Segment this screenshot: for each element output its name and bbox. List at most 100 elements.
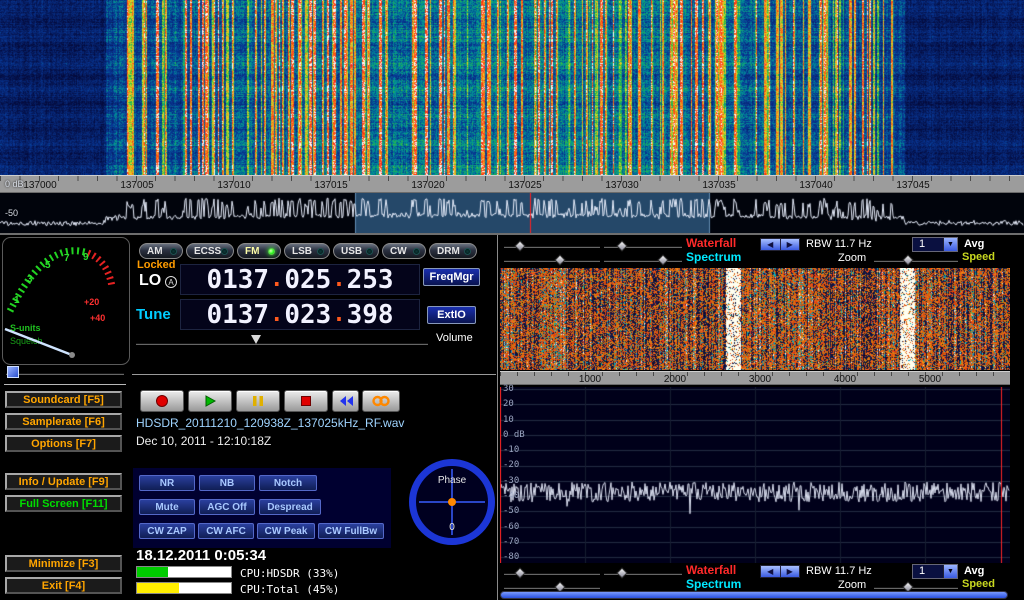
mode-button-ecss[interactable]: ECSS <box>186 243 234 259</box>
chevron-down-icon[interactable]: ▼ <box>943 565 957 578</box>
spectrum-range-slider[interactable] <box>604 255 682 265</box>
chevron-down-icon[interactable]: ▼ <box>943 238 957 251</box>
slider-thumb[interactable] <box>902 254 913 265</box>
agc-off-button[interactable]: AGC Off <box>199 499 255 515</box>
spectrum-ref-slider[interactable] <box>504 255 600 265</box>
cw-peak-button[interactable]: CW Peak <box>257 523 315 539</box>
rf-axis-label: 10 <box>503 415 514 425</box>
lo-lock-badge[interactable]: A <box>165 276 177 288</box>
s-meter-tick: 1 <box>14 295 20 306</box>
options-button[interactable]: Options [F7] <box>5 435 122 452</box>
main-waterfall[interactable] <box>0 0 1024 175</box>
minimize-button[interactable]: Minimize [F3] <box>5 555 122 572</box>
cw-zap-button[interactable]: CW ZAP <box>139 523 195 539</box>
rf-scale-label: 1000 <box>570 374 610 385</box>
clock: 18.12.2011 0:05:34 <box>136 547 266 564</box>
rf-waterfall[interactable] <box>500 268 1010 370</box>
slider-thumb[interactable] <box>514 240 525 251</box>
slider-thumb[interactable] <box>616 240 627 251</box>
stop-button[interactable] <box>284 390 328 412</box>
rf-scale-label: 4000 <box>825 374 865 385</box>
spectrum-label-bottom[interactable]: Spectrum <box>686 577 741 591</box>
squelch-slider-thumb[interactable] <box>7 366 19 378</box>
samplerate-button[interactable]: Samplerate [F6] <box>5 413 122 430</box>
waterfall-label-bottom[interactable]: Waterfall <box>686 563 736 577</box>
waterfall-contrast-slider[interactable] <box>604 241 682 251</box>
nb-button-label: NB <box>220 478 234 489</box>
slider-thumb[interactable] <box>616 567 627 578</box>
nr-button[interactable]: NR <box>139 475 195 491</box>
rf-axis-label: 20 <box>503 399 514 409</box>
mode-button-am[interactable]: AM <box>139 243 183 259</box>
rf-spectrum[interactable] <box>500 387 1010 563</box>
pause-button[interactable] <box>236 390 280 412</box>
slider-thumb[interactable] <box>514 567 525 578</box>
mode-button-lsb[interactable]: LSB <box>284 243 330 259</box>
s-meter-over-tick: +20 <box>84 297 99 307</box>
mode-button-drm[interactable]: DRM <box>429 243 477 259</box>
waterfall-contrast-slider-bottom[interactable] <box>604 568 682 578</box>
waterfall-brightness-slider-bottom[interactable] <box>504 568 600 578</box>
despread-button-label: Despread <box>267 502 313 513</box>
waterfall-label-top[interactable]: Waterfall <box>686 236 736 250</box>
tune-digits-mhz: 0137 <box>206 300 269 330</box>
right-arrow-icon[interactable]: ▶ <box>781 566 800 577</box>
cw-afc-button[interactable]: CW AFC <box>198 523 254 539</box>
tune-frequency-display[interactable]: 0137.023.398 <box>180 299 420 330</box>
mode-button-cw[interactable]: CW <box>382 243 426 259</box>
record-button[interactable] <box>140 390 184 412</box>
left-arrow-icon[interactable]: ◀ <box>761 239 781 250</box>
nb-button[interactable]: NB <box>199 475 255 491</box>
left-arrow-icon[interactable]: ◀ <box>761 566 781 577</box>
info-update-button[interactable]: Info / Update [F9] <box>5 473 122 490</box>
mute-button[interactable]: Mute <box>139 499 195 515</box>
soundcard-button[interactable]: Soundcard [F5] <box>5 391 122 408</box>
frequency-ruler[interactable]: 137000 137005 137010 137015 137020 13702… <box>0 175 1024 193</box>
rewind-button[interactable] <box>332 390 359 412</box>
minimize-button-label: Minimize [F3] <box>29 558 99 570</box>
zoom-slider-top[interactable] <box>874 255 958 265</box>
notch-button[interactable]: Notch <box>259 475 317 491</box>
lo-frequency-display[interactable]: 0137.025.253 <box>180 264 420 295</box>
waterfall-brightness-slider[interactable] <box>504 241 600 251</box>
band-position-scrollbar[interactable] <box>500 591 1008 599</box>
main-spectrum[interactable] <box>0 193 1024 233</box>
spectrum-label-top[interactable]: Spectrum <box>686 250 741 264</box>
extio-button[interactable]: ExtIO <box>427 306 476 324</box>
rf-frequency-scale[interactable]: 1000 2000 3000 4000 5000 <box>500 371 1010 385</box>
despread-button[interactable]: Despread <box>259 499 321 515</box>
ruler-label: 137030 <box>598 180 646 191</box>
band-position-scrollbar-fill[interactable] <box>501 592 1007 598</box>
avg-dropdown-top[interactable]: 1▼ <box>912 237 958 252</box>
rf-axis-label: -70 <box>503 537 519 547</box>
mode-button-label: DRM <box>437 246 460 257</box>
waterfall-shift-arrows-top[interactable]: ◀▶ <box>760 238 800 251</box>
cw-fullbw-button[interactable]: CW FullBw <box>318 523 384 539</box>
freqmgr-button[interactable]: FreqMgr <box>423 268 480 286</box>
fullscreen-button[interactable]: Full Screen [F11] <box>5 495 122 512</box>
volume-slider[interactable] <box>136 338 428 348</box>
volume-slider-thumb[interactable] <box>251 335 261 344</box>
volume-label: Volume <box>436 332 473 344</box>
recording-filename: HDSDR_20111210_120938Z_137025kHz_RF.wav <box>136 416 404 430</box>
waterfall-shift-arrows-bottom[interactable]: ◀▶ <box>760 565 800 578</box>
exit-button[interactable]: Exit [F4] <box>5 577 122 594</box>
slider-thumb[interactable] <box>657 254 668 265</box>
play-button[interactable] <box>188 390 232 412</box>
rf-axis-label: -30 <box>503 476 519 486</box>
mode-button-fm[interactable]: FM <box>237 243 281 259</box>
slider-thumb[interactable] <box>554 254 565 265</box>
speed-label-top: Speed <box>962 251 995 263</box>
zoom-label-top: Zoom <box>838 252 866 264</box>
ruler-label: 137035 <box>695 180 743 191</box>
ruler-label: 137040 <box>792 180 840 191</box>
mode-button-usb[interactable]: USB <box>333 243 379 259</box>
loop-button[interactable] <box>362 390 400 412</box>
squelch-slider[interactable] <box>6 368 124 378</box>
rf-scale-label: 3000 <box>740 374 780 385</box>
spectrum-db-top-label: 0 dB <box>5 179 24 189</box>
slider-track <box>604 259 682 262</box>
right-arrow-icon[interactable]: ▶ <box>781 239 800 250</box>
mode-button-label: USB <box>341 246 362 257</box>
avg-dropdown-bottom[interactable]: 1▼ <box>912 564 958 579</box>
